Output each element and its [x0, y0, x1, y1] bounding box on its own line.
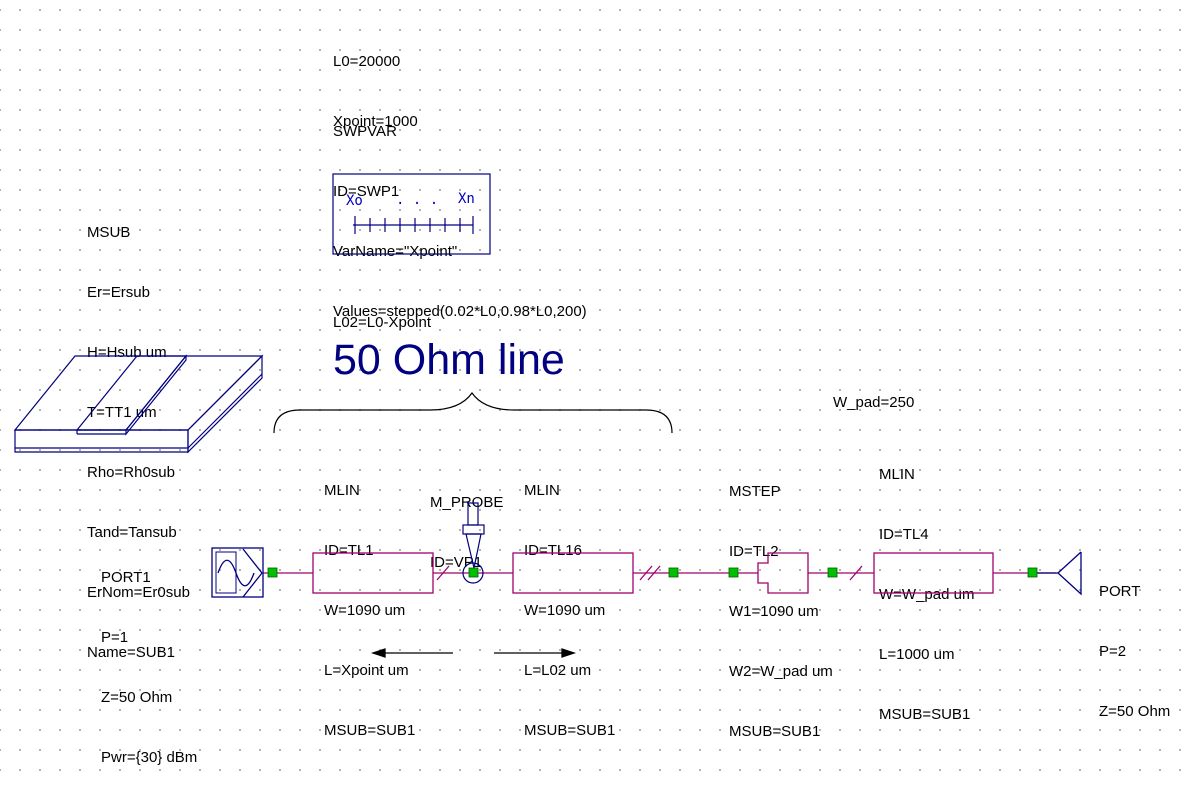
port1-line: Z=50 Ohm — [101, 689, 173, 706]
port2-triangle — [1057, 551, 1082, 596]
swpvar-frame — [332, 173, 491, 255]
port1-source-symbol[interactable] — [211, 547, 264, 598]
swpvar-block[interactable]: Xo . . . Xn — [332, 173, 491, 255]
port1-arrow-upper — [242, 548, 263, 574]
probe-collar — [462, 524, 485, 535]
left-arrow-head-icon — [370, 648, 386, 658]
mlin-tl1-symbol[interactable] — [312, 552, 434, 594]
swpvar-start-label: Xo — [346, 193, 363, 209]
port1-line: Pwr={30} dBm — [101, 749, 198, 766]
node — [267, 567, 278, 578]
right-arrow-head-icon — [561, 648, 577, 658]
tl4-line: MSUB=SUB1 — [879, 706, 971, 723]
mstep-line: MSUB=SUB1 — [729, 723, 821, 740]
direction-arrows — [370, 648, 577, 658]
port2-symbol[interactable] — [1032, 551, 1082, 596]
strip-conductor-edge — [125, 354, 187, 436]
substrate-front-face — [14, 429, 189, 453]
tl1-line: MSUB=SUB1 — [324, 722, 416, 739]
mlin-tl16-symbol[interactable] — [512, 552, 634, 594]
mlin-tl4-symbol[interactable] — [873, 552, 994, 594]
probe-handle — [467, 502, 479, 526]
node — [1027, 567, 1038, 578]
strip-conductor — [75, 355, 188, 431]
node — [728, 567, 739, 578]
tl16-line: MSUB=SUB1 — [524, 722, 616, 739]
msub-substrate-icon[interactable] — [13, 354, 264, 454]
ground-plane-side-line — [187, 373, 263, 449]
node — [827, 567, 838, 578]
port1-frame — [211, 547, 264, 598]
section-brace — [273, 391, 673, 434]
mstep-symbol[interactable] — [757, 552, 809, 594]
port2-line: Z=50 Ohm — [1099, 703, 1171, 720]
node — [468, 567, 479, 578]
swpvar-end-label: Xn — [458, 191, 475, 207]
swpvar-dots: . . . — [396, 192, 438, 208]
port1-inner-frame — [215, 551, 237, 594]
schematic-canvas[interactable]: Xo . . . Xn — [0, 0, 1195, 673]
node — [668, 567, 679, 578]
